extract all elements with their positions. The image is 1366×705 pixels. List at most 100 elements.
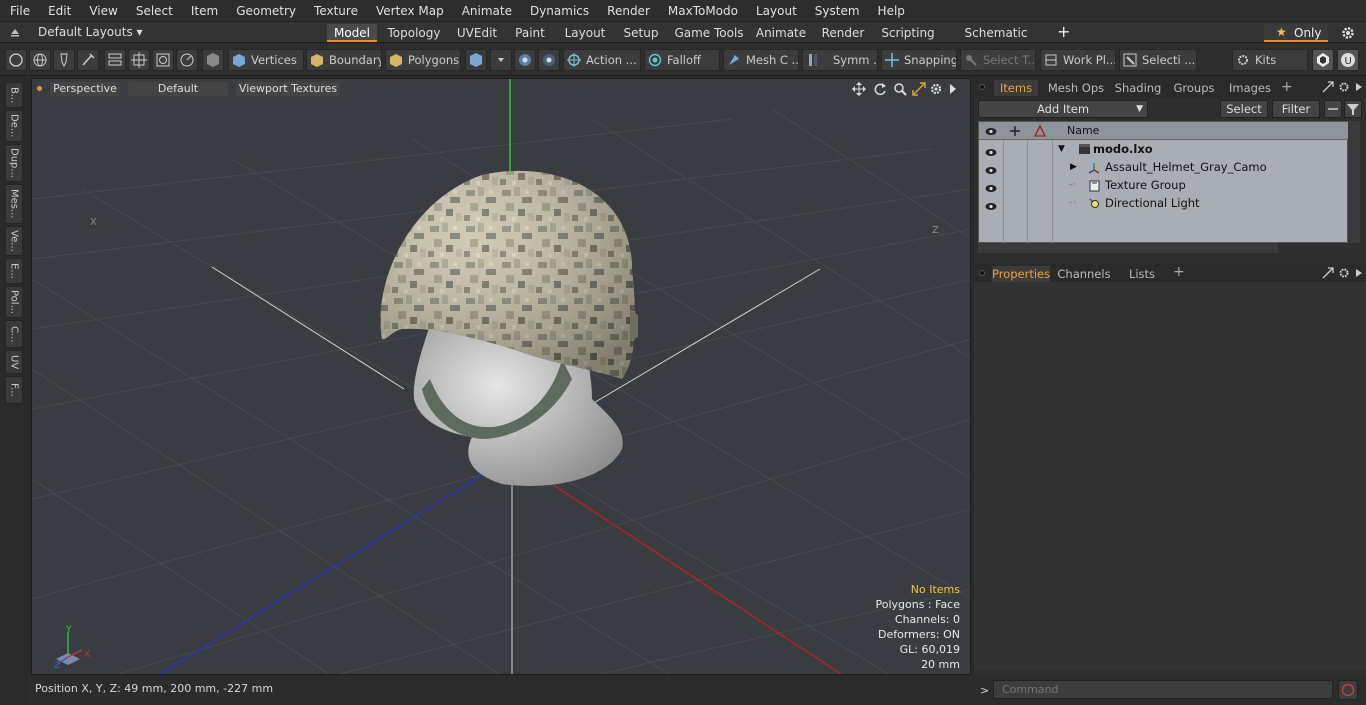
prop-gear-icon[interactable] xyxy=(1338,267,1350,279)
menu-layout[interactable]: Layout xyxy=(746,4,805,18)
panel-gear-icon[interactable] xyxy=(1338,81,1350,93)
left-tab-duplicate[interactable]: Dup... xyxy=(5,144,23,182)
gear-icon[interactable] xyxy=(1340,25,1356,41)
tab-setup[interactable]: Setup xyxy=(619,24,663,42)
3d-viewport[interactable]: X Z Perspective Default Viewport Texture… xyxy=(31,78,971,675)
menu-render[interactable]: Render xyxy=(597,4,658,18)
vertices-button[interactable]: Vertices xyxy=(228,49,304,71)
menu-file[interactable]: File xyxy=(0,4,38,18)
tab-lists[interactable]: Lists xyxy=(1118,266,1166,282)
menu-system[interactable]: System xyxy=(805,4,868,18)
left-tab-edge[interactable]: E... xyxy=(5,258,23,284)
select-circle-icon[interactable] xyxy=(5,49,27,71)
command-input[interactable] xyxy=(993,680,1333,699)
visibility-eye-icon[interactable] xyxy=(985,144,997,156)
tab-topology[interactable]: Topology xyxy=(383,24,445,42)
tree-row-mesh[interactable]: ▶ Assault_Helmet_Gray_Camo xyxy=(979,158,1349,176)
menu-help[interactable]: Help xyxy=(868,4,913,18)
select-button[interactable]: Select xyxy=(1220,100,1268,118)
chevron-down-icon[interactable] xyxy=(490,49,512,71)
shield-dark-icon[interactable] xyxy=(538,49,560,71)
material-icon[interactable] xyxy=(465,49,487,71)
menu-geometry[interactable]: Geometry xyxy=(226,4,304,18)
unity-icon[interactable] xyxy=(1312,49,1334,71)
add-panel-tab-icon[interactable]: + xyxy=(1281,79,1293,95)
polygons-button[interactable]: Polygons xyxy=(385,49,461,71)
expand-triangle-icon[interactable]: ▼ xyxy=(1058,140,1065,158)
snapping-button[interactable]: Snapping xyxy=(881,49,957,71)
tab-model[interactable]: Model xyxy=(327,24,377,42)
menu-animate[interactable]: Animate xyxy=(452,4,520,18)
expand-triangle-icon[interactable]: ▶ xyxy=(1070,158,1077,176)
visibility-eye-icon[interactable] xyxy=(985,180,997,192)
menu-view[interactable]: View xyxy=(79,4,125,18)
add-prop-tab-icon[interactable]: + xyxy=(1173,264,1185,280)
visibility-eye-icon[interactable] xyxy=(985,198,997,210)
add-tab-icon[interactable]: + xyxy=(1057,24,1070,40)
viewport-textures-selector[interactable]: Viewport Textures xyxy=(236,82,340,96)
shading-selector[interactable]: Default xyxy=(128,82,228,96)
menu-texture[interactable]: Texture xyxy=(304,4,366,18)
timer-icon[interactable] xyxy=(176,49,198,71)
select-through-button[interactable]: Select T... xyxy=(960,49,1036,71)
menu-maxtomodo[interactable]: MaxToModo xyxy=(658,4,746,18)
panel-expand-icon[interactable] xyxy=(1322,81,1334,93)
unreal-icon[interactable]: U xyxy=(1337,49,1359,71)
menu-vertex-map[interactable]: Vertex Map xyxy=(366,4,452,18)
left-tab-vertex[interactable]: Ve... xyxy=(5,226,23,256)
viewport-gear-icon[interactable] xyxy=(929,82,943,96)
items-scrollbar-horizontal[interactable] xyxy=(978,243,1278,253)
item-mode-icon[interactable] xyxy=(202,49,224,71)
panel-arrow-icon[interactable] xyxy=(1354,82,1364,92)
tab-scripting[interactable]: Scripting xyxy=(878,24,938,42)
boundary-button[interactable]: Boundary xyxy=(306,49,382,71)
tab-paint[interactable]: Paint xyxy=(510,24,550,42)
prop-arrow-icon[interactable] xyxy=(1354,268,1364,278)
menu-item[interactable]: Item xyxy=(181,4,226,18)
tab-mesh-ops[interactable]: Mesh Ops xyxy=(1046,80,1106,96)
tab-render[interactable]: Render xyxy=(818,24,868,42)
tab-items[interactable]: Items xyxy=(994,80,1038,96)
menu-dynamics[interactable]: Dynamics xyxy=(520,4,597,18)
tab-layout[interactable]: Layout xyxy=(561,24,609,42)
filter-funnel-icon[interactable] xyxy=(1344,100,1362,118)
left-tab-deform[interactable]: De... xyxy=(5,110,23,142)
visibility-eye-icon[interactable] xyxy=(985,162,997,174)
tab-game-tools[interactable]: Game Tools xyxy=(674,24,744,42)
zoom-icon[interactable] xyxy=(893,82,907,96)
action-center-button[interactable]: Action ... xyxy=(563,49,641,71)
prop-expand-icon[interactable] xyxy=(1322,267,1334,279)
expand-arrow-icon[interactable] xyxy=(948,83,958,95)
menu-select[interactable]: Select xyxy=(126,4,181,18)
align-icon[interactable] xyxy=(104,49,126,71)
shield-blue-icon[interactable] xyxy=(514,49,536,71)
layout-selector[interactable]: Default Layouts ▾ xyxy=(38,25,143,39)
left-tab-uv[interactable]: UV xyxy=(5,350,23,374)
tab-schematic-fusion[interactable]: Schematic Fusion xyxy=(947,24,1045,58)
selection-sets-button[interactable]: Selecti ... xyxy=(1119,49,1197,71)
tab-uvedit[interactable]: UVEdit xyxy=(452,24,502,42)
tab-shading[interactable]: Shading xyxy=(1112,80,1164,96)
kits-button[interactable]: Kits xyxy=(1232,49,1308,71)
only-toggle[interactable]: ★ Only xyxy=(1264,24,1328,42)
name-column-header[interactable]: Name xyxy=(1067,124,1099,137)
left-tab-polygon[interactable]: Pol... xyxy=(5,286,23,318)
tree-row-texture-group[interactable]: -◦ Texture Group xyxy=(979,176,1349,194)
globe-icon[interactable] xyxy=(29,49,51,71)
tab-properties[interactable]: Properties xyxy=(992,266,1050,282)
brush-icon[interactable] xyxy=(77,49,99,71)
tab-groups[interactable]: Groups xyxy=(1170,80,1218,96)
frame-icon[interactable] xyxy=(152,49,174,71)
left-tab-basic[interactable]: B... xyxy=(5,82,23,108)
collapse-up-icon[interactable] xyxy=(8,25,22,39)
tab-images[interactable]: Images xyxy=(1226,80,1274,96)
left-tab-mesh-edit[interactable]: Mes... xyxy=(5,184,23,224)
camera-selector[interactable]: Perspective xyxy=(50,82,120,96)
mesh-constraint-button[interactable]: Mesh C ... xyxy=(723,49,799,71)
maximize-icon[interactable] xyxy=(912,82,926,96)
center-icon[interactable] xyxy=(128,49,150,71)
work-plane-button[interactable]: Work Pl... xyxy=(1040,49,1116,71)
tree-row-scene[interactable]: ▼ modo.lxo xyxy=(979,140,1349,158)
symmetry-button[interactable]: Symm ... xyxy=(802,49,878,71)
add-item-button[interactable]: Add Item ▼ xyxy=(978,100,1148,118)
